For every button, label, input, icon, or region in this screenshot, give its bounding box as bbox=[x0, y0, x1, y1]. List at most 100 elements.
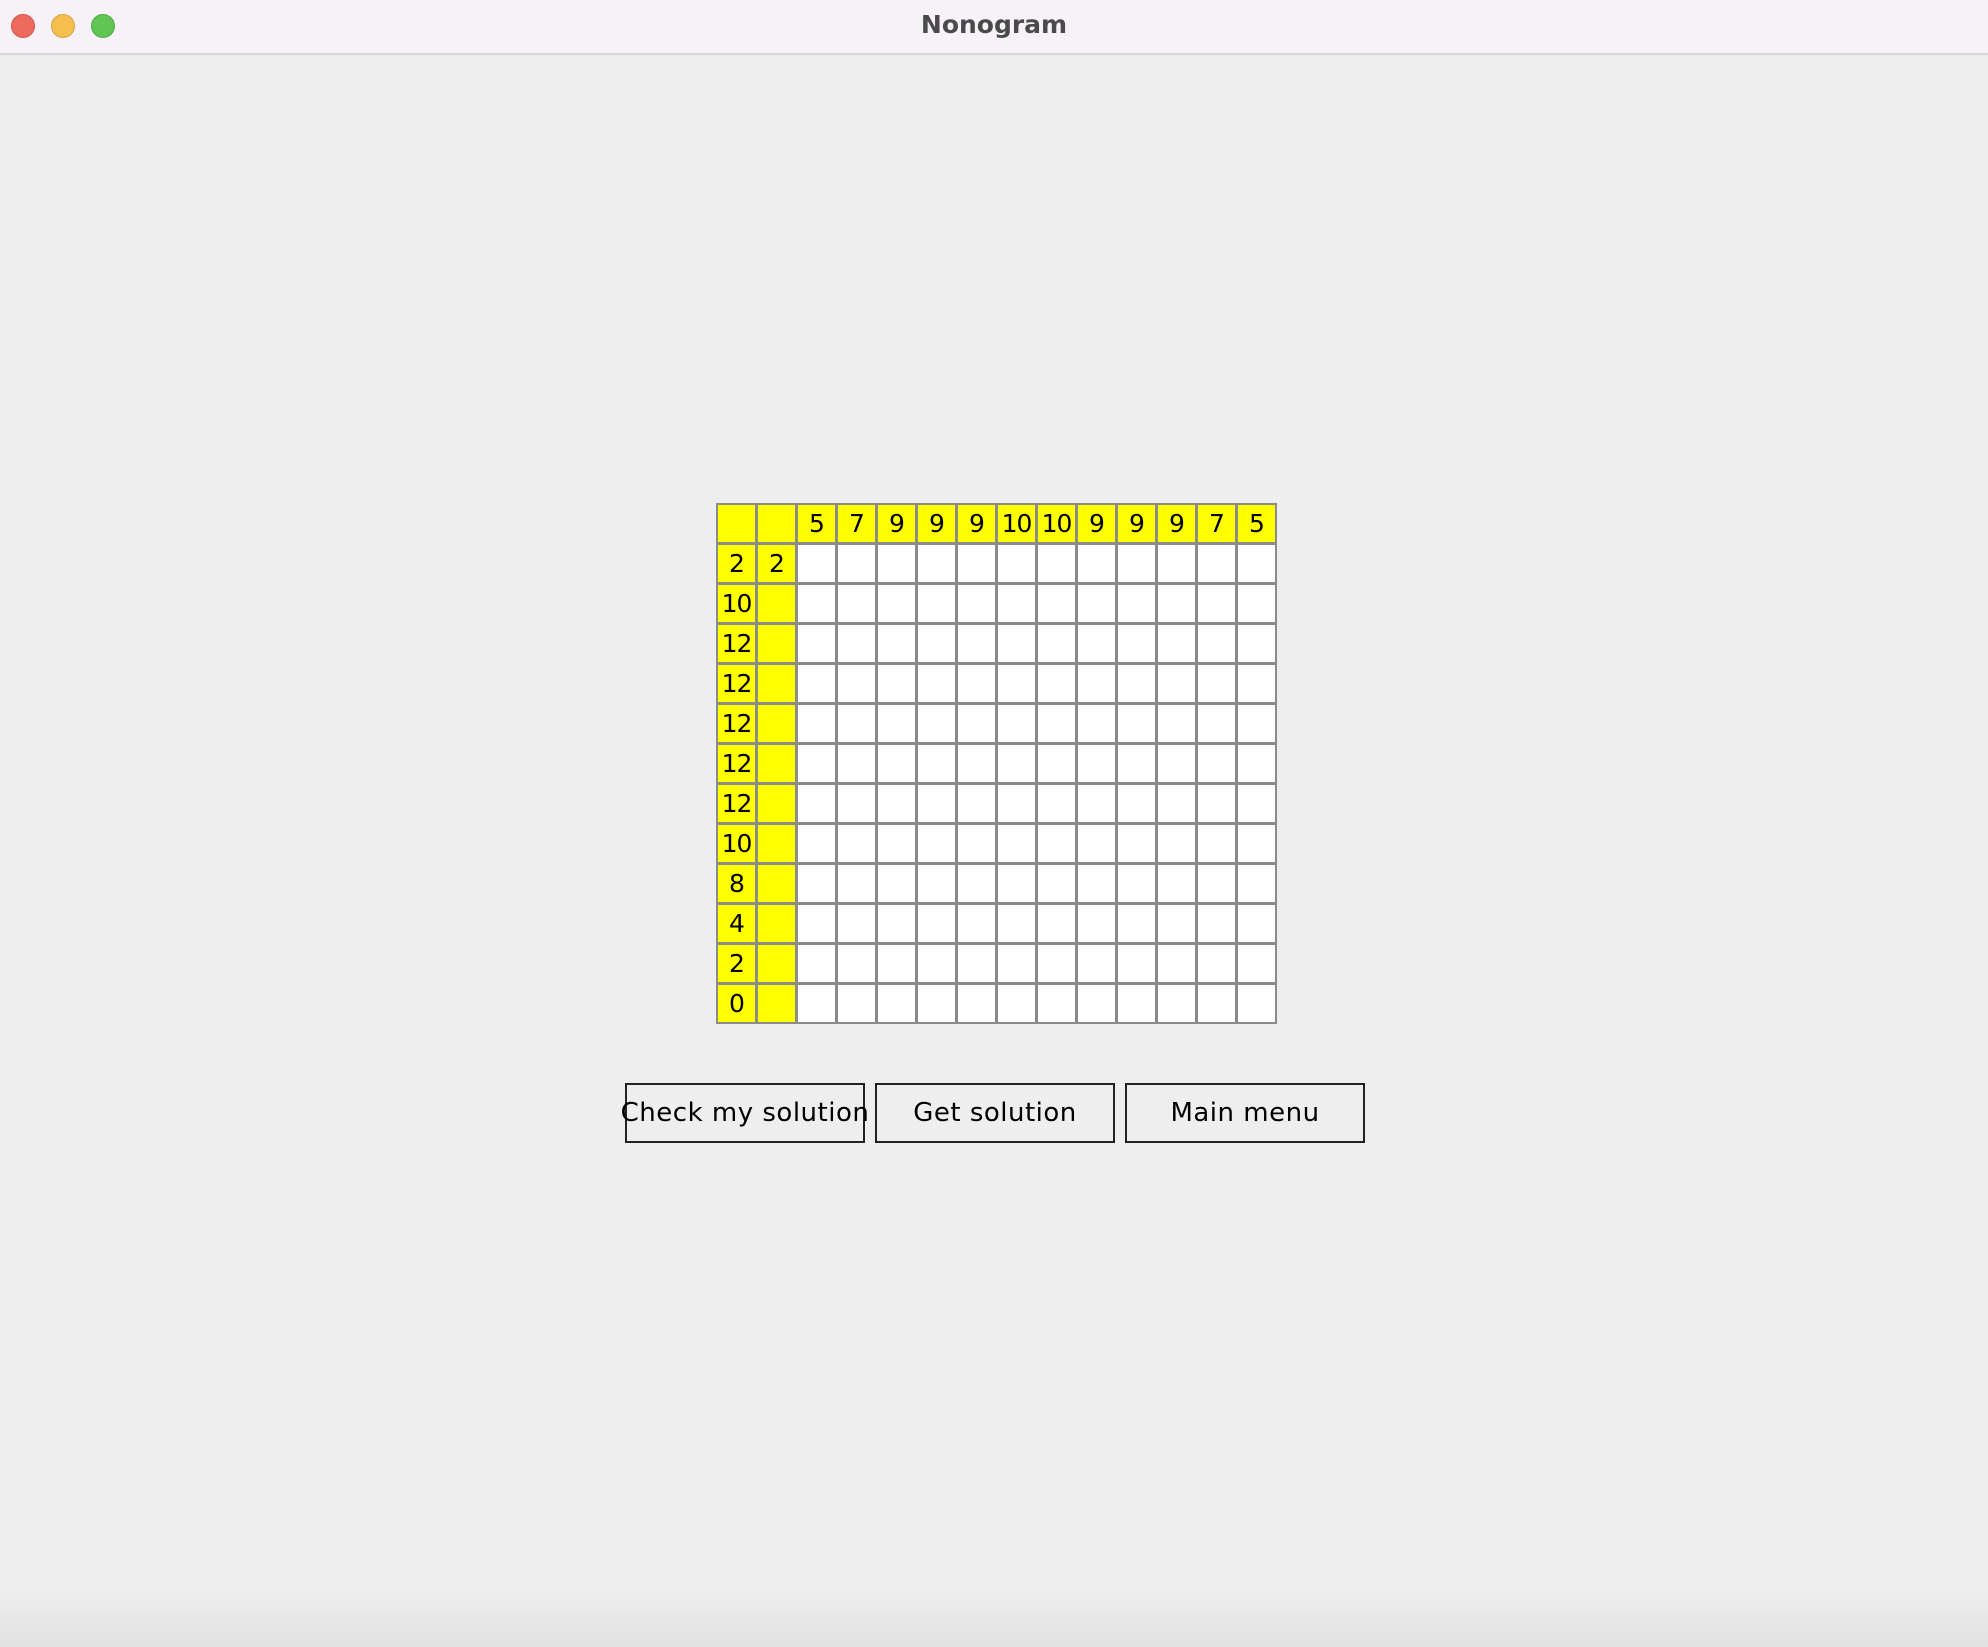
puzzle-cell[interactable] bbox=[876, 783, 917, 824]
puzzle-cell[interactable] bbox=[876, 543, 917, 584]
puzzle-cell[interactable] bbox=[916, 943, 957, 984]
puzzle-cell[interactable] bbox=[1196, 663, 1237, 704]
puzzle-cell[interactable] bbox=[956, 543, 997, 584]
puzzle-cell[interactable] bbox=[1196, 543, 1237, 584]
puzzle-cell[interactable] bbox=[916, 703, 957, 744]
puzzle-cell[interactable] bbox=[1196, 743, 1237, 784]
puzzle-cell[interactable] bbox=[956, 783, 997, 824]
puzzle-cell[interactable] bbox=[916, 623, 957, 664]
puzzle-cell[interactable] bbox=[796, 983, 837, 1024]
puzzle-cell[interactable] bbox=[876, 663, 917, 704]
puzzle-cell[interactable] bbox=[996, 583, 1037, 624]
puzzle-cell[interactable] bbox=[1036, 663, 1077, 704]
puzzle-cell[interactable] bbox=[1156, 783, 1197, 824]
puzzle-cell[interactable] bbox=[1236, 903, 1277, 944]
puzzle-cell[interactable] bbox=[1196, 863, 1237, 904]
puzzle-cell[interactable] bbox=[1076, 743, 1117, 784]
puzzle-cell[interactable] bbox=[1116, 983, 1157, 1024]
puzzle-cell[interactable] bbox=[1236, 623, 1277, 664]
puzzle-cell[interactable] bbox=[1236, 583, 1277, 624]
puzzle-cell[interactable] bbox=[916, 583, 957, 624]
puzzle-cell[interactable] bbox=[1116, 543, 1157, 584]
puzzle-cell[interactable] bbox=[796, 823, 837, 864]
puzzle-cell[interactable] bbox=[916, 823, 957, 864]
puzzle-cell[interactable] bbox=[996, 623, 1037, 664]
puzzle-cell[interactable] bbox=[916, 863, 957, 904]
puzzle-cell[interactable] bbox=[876, 703, 917, 744]
puzzle-cell[interactable] bbox=[836, 783, 877, 824]
puzzle-cell[interactable] bbox=[1236, 863, 1277, 904]
puzzle-cell[interactable] bbox=[1156, 583, 1197, 624]
puzzle-cell[interactable] bbox=[1116, 903, 1157, 944]
puzzle-cell[interactable] bbox=[1116, 783, 1157, 824]
puzzle-cell[interactable] bbox=[836, 623, 877, 664]
puzzle-cell[interactable] bbox=[956, 623, 997, 664]
puzzle-cell[interactable] bbox=[1196, 903, 1237, 944]
puzzle-cell[interactable] bbox=[876, 583, 917, 624]
puzzle-cell[interactable] bbox=[1116, 823, 1157, 864]
puzzle-cell[interactable] bbox=[956, 823, 997, 864]
puzzle-cell[interactable] bbox=[996, 823, 1037, 864]
puzzle-cell[interactable] bbox=[1036, 703, 1077, 744]
puzzle-cell[interactable] bbox=[876, 623, 917, 664]
puzzle-cell[interactable] bbox=[796, 583, 837, 624]
puzzle-cell[interactable] bbox=[1156, 623, 1197, 664]
puzzle-cell[interactable] bbox=[1076, 703, 1117, 744]
puzzle-cell[interactable] bbox=[916, 663, 957, 704]
puzzle-cell[interactable] bbox=[1036, 783, 1077, 824]
puzzle-cell[interactable] bbox=[836, 703, 877, 744]
puzzle-cell[interactable] bbox=[1036, 823, 1077, 864]
puzzle-cell[interactable] bbox=[916, 743, 957, 784]
puzzle-cell[interactable] bbox=[996, 983, 1037, 1024]
puzzle-cell[interactable] bbox=[1076, 543, 1117, 584]
puzzle-cell[interactable] bbox=[796, 623, 837, 664]
puzzle-cell[interactable] bbox=[996, 903, 1037, 944]
puzzle-cell[interactable] bbox=[1236, 543, 1277, 584]
puzzle-cell[interactable] bbox=[1196, 943, 1237, 984]
puzzle-cell[interactable] bbox=[1036, 903, 1077, 944]
puzzle-cell[interactable] bbox=[1036, 863, 1077, 904]
puzzle-cell[interactable] bbox=[1116, 743, 1157, 784]
puzzle-cell[interactable] bbox=[1076, 583, 1117, 624]
puzzle-cell[interactable] bbox=[1116, 863, 1157, 904]
puzzle-cell[interactable] bbox=[916, 903, 957, 944]
puzzle-cell[interactable] bbox=[1236, 943, 1277, 984]
puzzle-cell[interactable] bbox=[996, 703, 1037, 744]
puzzle-cell[interactable] bbox=[876, 823, 917, 864]
puzzle-cell[interactable] bbox=[1116, 703, 1157, 744]
puzzle-cell[interactable] bbox=[876, 743, 917, 784]
puzzle-cell[interactable] bbox=[796, 943, 837, 984]
puzzle-cell[interactable] bbox=[1036, 623, 1077, 664]
puzzle-cell[interactable] bbox=[916, 983, 957, 1024]
puzzle-cell[interactable] bbox=[1196, 583, 1237, 624]
check-my-solution-button[interactable]: Check my solution bbox=[621, 1083, 869, 1143]
puzzle-cell[interactable] bbox=[1076, 663, 1117, 704]
puzzle-cell[interactable] bbox=[996, 543, 1037, 584]
puzzle-cell[interactable] bbox=[796, 743, 837, 784]
puzzle-cell[interactable] bbox=[1036, 543, 1077, 584]
puzzle-cell[interactable] bbox=[836, 983, 877, 1024]
puzzle-cell[interactable] bbox=[836, 943, 877, 984]
puzzle-cell[interactable] bbox=[956, 583, 997, 624]
puzzle-cell[interactable] bbox=[1156, 663, 1197, 704]
puzzle-cell[interactable] bbox=[1076, 783, 1117, 824]
puzzle-cell[interactable] bbox=[1036, 583, 1077, 624]
puzzle-cell[interactable] bbox=[1196, 623, 1237, 664]
puzzle-cell[interactable] bbox=[1156, 543, 1197, 584]
puzzle-cell[interactable] bbox=[996, 783, 1037, 824]
puzzle-cell[interactable] bbox=[1196, 983, 1237, 1024]
puzzle-cell[interactable] bbox=[796, 543, 837, 584]
puzzle-cell[interactable] bbox=[1076, 943, 1117, 984]
puzzle-cell[interactable] bbox=[876, 903, 917, 944]
puzzle-cell[interactable] bbox=[1116, 943, 1157, 984]
puzzle-cell[interactable] bbox=[796, 703, 837, 744]
puzzle-cell[interactable] bbox=[1076, 863, 1117, 904]
puzzle-cell[interactable] bbox=[956, 903, 997, 944]
puzzle-cell[interactable] bbox=[956, 663, 997, 704]
puzzle-cell[interactable] bbox=[796, 663, 837, 704]
puzzle-cell[interactable] bbox=[836, 583, 877, 624]
puzzle-cell[interactable] bbox=[1236, 823, 1277, 864]
puzzle-cell[interactable] bbox=[996, 743, 1037, 784]
puzzle-cell[interactable] bbox=[1156, 903, 1197, 944]
puzzle-cell[interactable] bbox=[1076, 983, 1117, 1024]
